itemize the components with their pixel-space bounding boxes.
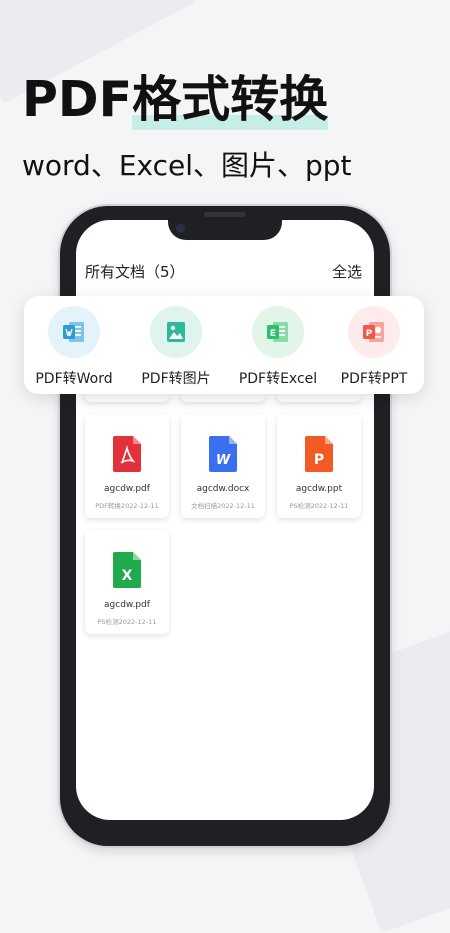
headline-highlight: 格式转换 [132, 71, 329, 130]
tool-pdf-to-ppt[interactable]: P PDF转PPT [324, 306, 424, 388]
file-name: agcdw.pdf [104, 600, 150, 610]
tool-label: PDF转PPT [340, 371, 408, 387]
tool-pdf-to-excel[interactable]: E PDF转Excel [228, 306, 328, 388]
select-all-button[interactable]: 全选 [332, 261, 362, 282]
word-file-icon: W [209, 436, 237, 472]
file-name: agcdw.docx [196, 484, 250, 494]
svg-text:E: E [270, 329, 276, 339]
tool-pdf-to-image[interactable]: PDF转图片 [126, 306, 226, 388]
file-meta: 文档扫描2022-12-11 [191, 502, 255, 510]
tool-icon-bg [150, 306, 202, 358]
phone-notch [168, 206, 282, 240]
tool-label: PDF转图片 [141, 371, 211, 387]
camera-icon [176, 224, 185, 233]
pdf-file-icon [113, 436, 141, 472]
file-name: agcdw.ppt [295, 484, 343, 494]
tool-icon-bg: E [252, 306, 304, 358]
headline-pdf: PDF [22, 71, 133, 128]
file-name: agcdw.pdf [104, 484, 150, 494]
file-meta: PDF转换2022-12-11 [95, 502, 159, 510]
tool-icon-bg: P [348, 306, 400, 358]
tool-label: PDF转Excel [238, 371, 318, 387]
conversion-tools-panel: PDF转Word PDF转图片 E PDF转Excel P PDF转PPT [24, 296, 424, 394]
file-card[interactable]: X agcdw.pdf PS检测2022-12-11 [85, 530, 169, 634]
file-card[interactable]: P agcdw.ppt PS检测2022-12-11 [277, 414, 361, 518]
tool-label: PDF转Word [35, 371, 113, 387]
word-doc-icon [63, 322, 84, 342]
svg-text:P: P [314, 452, 324, 468]
ppt-doc-icon: P [363, 322, 384, 342]
svg-text:W: W [216, 453, 231, 468]
excel-doc-icon: E [267, 322, 288, 342]
file-card[interactable]: W agcdw.docx 文档扫描2022-12-11 [181, 414, 265, 518]
file-meta: PS检测2022-12-11 [289, 502, 349, 510]
document-list-title: 所有文档（5） [85, 263, 185, 281]
file-card[interactable]: agcdw.pdf PDF转换2022-12-11 [85, 414, 169, 518]
subtitle: word、Excel、图片、ppt [22, 149, 352, 182]
image-icon [167, 322, 185, 342]
ppt-file-icon: P [305, 436, 333, 472]
svg-text:P: P [366, 329, 373, 339]
file-meta: PS检测2022-12-11 [97, 618, 157, 626]
excel-file-icon: X [113, 552, 141, 588]
svg-text:X: X [122, 568, 133, 584]
tool-icon-bg [48, 306, 100, 358]
headline: PDF 格式转换 [22, 70, 329, 130]
tool-pdf-to-word[interactable]: PDF转Word [24, 306, 124, 388]
